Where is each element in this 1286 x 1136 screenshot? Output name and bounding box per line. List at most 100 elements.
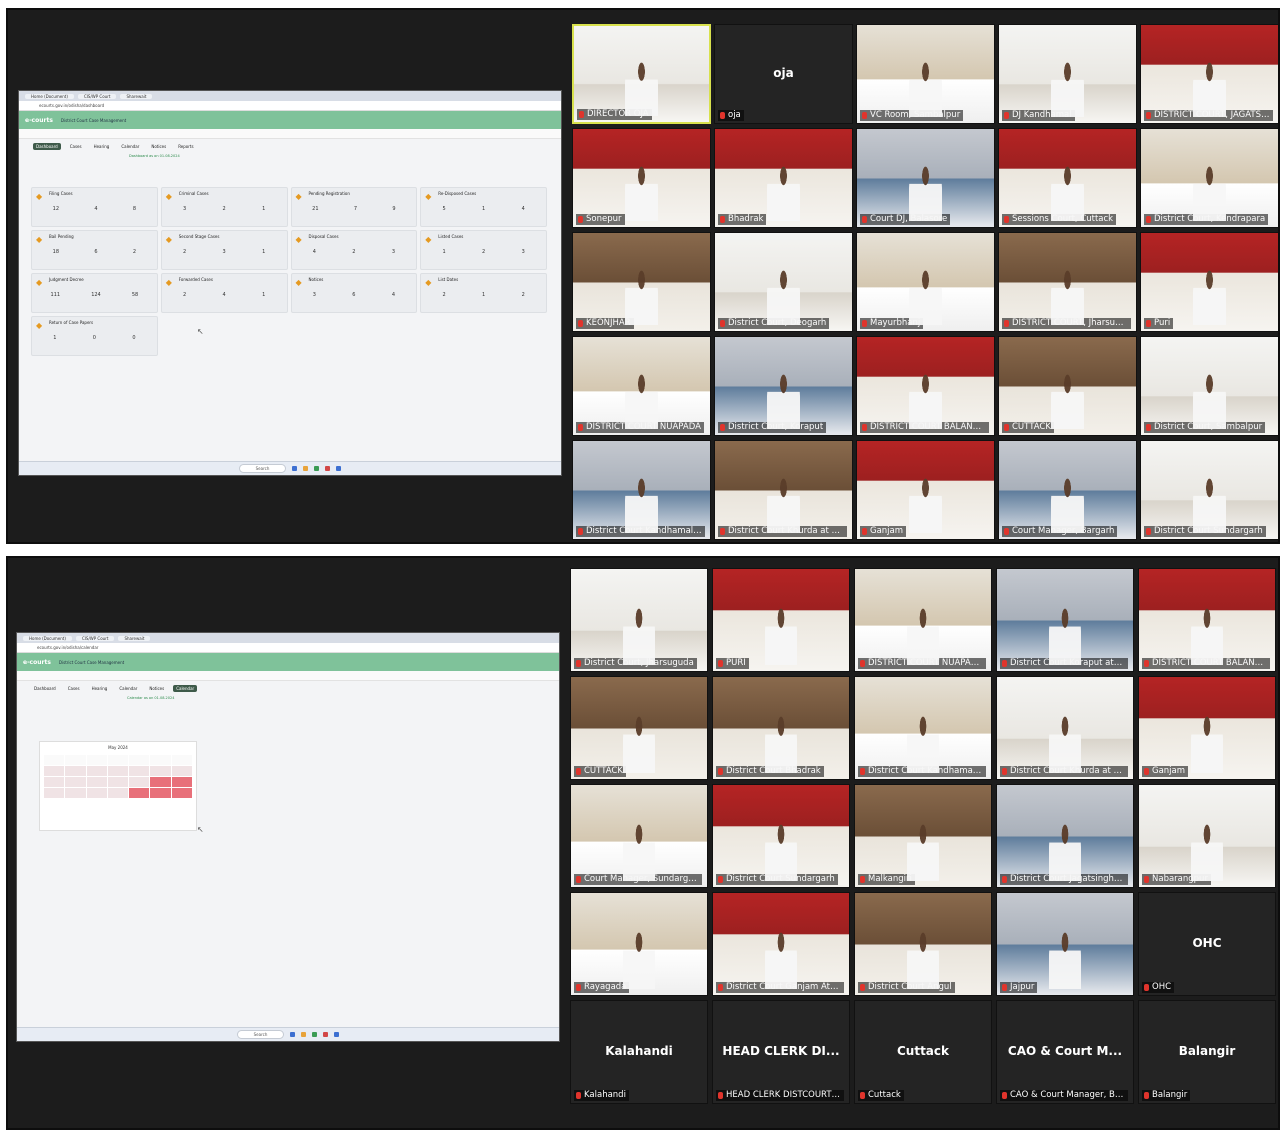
calendar-day-cell[interactable] — [129, 777, 150, 787]
calendar-day-cell[interactable] — [171, 777, 192, 787]
card-count[interactable]: 3 — [392, 249, 395, 255]
card-count[interactable]: 4 — [94, 206, 97, 212]
card-count[interactable]: 7 — [354, 206, 357, 212]
dashboard-card[interactable]: ◆ Listed Cases 1 2 3 — [420, 230, 547, 270]
dashboard-card[interactable]: ◆ Filing Cases 12 4 8 — [31, 187, 158, 227]
card-count[interactable]: 1 — [482, 292, 485, 298]
participant-tile[interactable]: DISTRICT COURT, Jharsuguda — [998, 232, 1137, 332]
participant-tile[interactable]: HEAD CLERK DI... HEAD CLERK DISTCOURT, KA… — [712, 1000, 850, 1104]
card-count[interactable]: 0 — [132, 335, 135, 341]
card-count[interactable]: 2 — [442, 292, 445, 298]
participant-tile[interactable]: OHC OHC — [1138, 892, 1276, 996]
dashboard-card[interactable]: ◆ Notices 3 6 4 — [290, 273, 418, 313]
participant-tile[interactable]: Mayurbhanj — [856, 232, 995, 332]
calendar-day-cell[interactable] — [150, 788, 171, 798]
participant-tile[interactable]: District Court Sundargarh — [712, 784, 850, 888]
calendar-day-cell[interactable] — [171, 755, 192, 765]
card-count[interactable]: 3 — [183, 206, 186, 212]
card-count[interactable]: 4 — [313, 249, 316, 255]
dashboard-card[interactable]: ◆ Re-Disposed Cases 5 1 4 — [420, 187, 547, 227]
participant-tile[interactable]: KEONJHAR — [572, 232, 711, 332]
participant-tile[interactable]: District Court Kandhamal Ph... — [572, 440, 711, 540]
card-count[interactable]: 1 — [262, 292, 265, 298]
calendar-day-cell[interactable] — [107, 755, 129, 765]
participant-tile[interactable]: oja oja — [714, 24, 853, 124]
calendar-day-cell[interactable] — [86, 766, 107, 776]
participant-tile[interactable]: PURI — [712, 568, 850, 672]
calendar-day-cell[interactable] — [129, 755, 150, 765]
calendar-day-cell[interactable] — [65, 777, 86, 787]
participant-tile[interactable]: VC Room, Sambalpur — [856, 24, 995, 124]
dashboard-card[interactable]: ◆ Pending Registration 21 7 9 — [290, 187, 418, 227]
card-count[interactable]: 2 — [133, 249, 136, 255]
calendar-day-cell[interactable] — [65, 788, 86, 798]
participant-tile[interactable]: District Court Sundargarh — [1140, 440, 1278, 540]
card-count[interactable]: 124 — [91, 292, 101, 298]
card-count[interactable]: 8 — [133, 206, 136, 212]
calendar-day-cell[interactable] — [65, 766, 86, 776]
participant-tile[interactable]: Rayagada — [570, 892, 708, 996]
card-count[interactable]: 6 — [352, 292, 355, 298]
participant-tile[interactable]: District Court Khurda at Bhubaneswar — [714, 440, 853, 540]
card-count[interactable]: 5 — [442, 206, 445, 212]
dashboard-card[interactable]: ◆ Disposal Cases 4 2 3 — [290, 230, 418, 270]
taskbar-app-icon[interactable] — [314, 466, 320, 471]
taskbar-app-icon[interactable] — [325, 466, 331, 471]
taskbar-app-icon[interactable] — [323, 1032, 329, 1037]
dashboard-card[interactable]: ◆ List Dates 2 1 2 — [420, 273, 547, 313]
address-bar[interactable]: ecourts.gov.in/odisha/dashboard — [19, 101, 561, 111]
calendar-day-cell[interactable] — [129, 788, 150, 798]
tab-calendar-active[interactable]: Calendar — [173, 685, 198, 692]
participant-tile[interactable]: Jajpur — [996, 892, 1134, 996]
participant-tile[interactable]: CUTTACK — [998, 336, 1137, 436]
card-count[interactable]: 3 — [223, 249, 226, 255]
participant-tile[interactable]: DISTRICT COURT BALANGIR — [856, 336, 995, 436]
dashboard-card[interactable]: ◆ Bail Pending 18 6 2 — [31, 230, 158, 270]
tab-calendar[interactable]: Calendar — [118, 143, 142, 150]
participant-tile[interactable]: CAO & Court M... CAO & Court Manager, Bal… — [996, 1000, 1134, 1104]
tab-notices[interactable]: Notices — [146, 685, 167, 692]
card-count[interactable]: 1 — [53, 335, 56, 341]
calendar-day-cell[interactable] — [86, 755, 107, 765]
calendar-day-cell[interactable] — [44, 755, 65, 765]
tab-cases[interactable]: Cases — [65, 685, 83, 692]
tab-notices[interactable]: Notices — [148, 143, 169, 150]
participant-tile[interactable]: District Court, Sambalpur — [1140, 336, 1278, 436]
calendar-day-cell[interactable] — [150, 755, 171, 765]
browser-tab[interactable]: CIS/WP Court — [75, 635, 115, 641]
dashboard-card[interactable]: ◆ Return of Case Papers 1 0 0 — [31, 316, 158, 356]
card-count[interactable]: 3 — [522, 249, 525, 255]
participant-tile[interactable]: District Court Angul — [854, 892, 992, 996]
card-count[interactable]: 4 — [392, 292, 395, 298]
card-count[interactable]: 6 — [94, 249, 97, 255]
dashboard-card[interactable]: ◆ Criminal Cases 3 2 1 — [160, 187, 288, 227]
card-count[interactable]: 2 — [183, 249, 186, 255]
participant-tile[interactable]: District Court Ganjam At Berhampur — [712, 892, 850, 996]
address-bar[interactable]: ecourts.gov.in/odisha/calendar — [17, 643, 559, 653]
participant-tile[interactable]: District Court Kandhamal Ph... — [854, 676, 992, 780]
taskbar-app-icon[interactable] — [290, 1032, 296, 1037]
participant-tile[interactable]: Sonepur — [572, 128, 711, 228]
card-count[interactable]: 58 — [132, 292, 138, 298]
participant-tile[interactable]: District Court Bhadrak — [712, 676, 850, 780]
card-count[interactable]: 2 — [482, 249, 485, 255]
participant-tile[interactable]: CUTTACK — [570, 676, 708, 780]
dashboard-card[interactable]: ◆ Forwarded Cases 2 4 1 — [160, 273, 288, 313]
card-count[interactable]: 2 — [183, 292, 186, 298]
taskbar-app-icon[interactable] — [312, 1032, 318, 1037]
taskbar-app-icon[interactable] — [334, 1032, 340, 1037]
calendar-day-cell[interactable] — [86, 777, 107, 787]
participant-tile[interactable]: District Court, Koraput — [714, 336, 853, 436]
participant-tile[interactable]: DISTRICT COURT, JAGATSINGHPUR — [1140, 24, 1278, 124]
calendar-day-cell[interactable] — [150, 766, 171, 776]
participant-tile[interactable]: District Court, Kendrapara — [1140, 128, 1278, 228]
calendar-day-cell[interactable] — [44, 766, 65, 776]
participant-tile[interactable]: Kalahandi Kalahandi — [570, 1000, 708, 1104]
taskbar-app-icon[interactable] — [292, 466, 298, 471]
tab-calendar[interactable]: Calendar — [116, 685, 140, 692]
participant-tile[interactable]: Nabarangpur — [1138, 784, 1276, 888]
card-count[interactable]: 9 — [392, 206, 395, 212]
participant-tile[interactable]: DJ Kandhamal — [998, 24, 1137, 124]
browser-tab[interactable]: Home (Document) — [25, 93, 74, 99]
browser-tab[interactable]: Sharewait — [120, 93, 153, 99]
